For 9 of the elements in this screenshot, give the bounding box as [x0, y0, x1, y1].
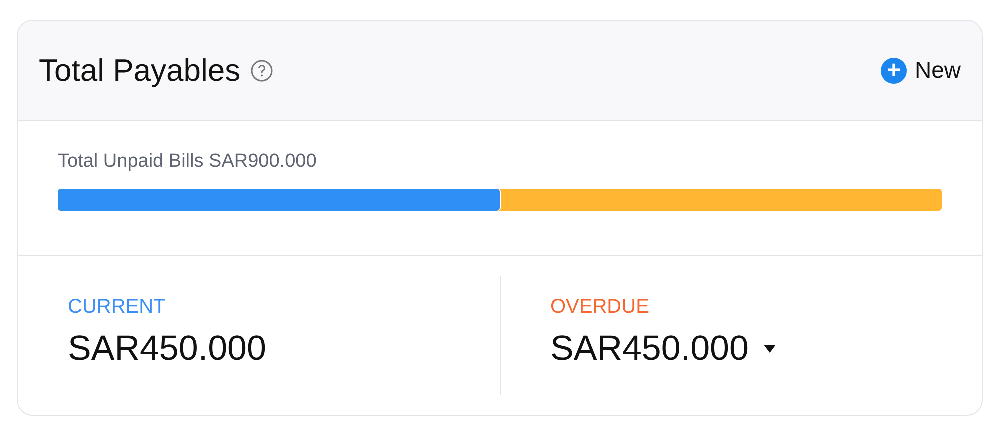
bucket-amount: SAR450.000 — [550, 329, 749, 369]
caret-icon[interactable] — [762, 344, 777, 354]
bucket-amount: SAR450.000 — [68, 329, 266, 369]
bucket-label: CURRENT — [68, 296, 166, 319]
card-title: Total Payables — [39, 52, 241, 88]
help-icon[interactable] — [250, 60, 273, 82]
bucket-label: OVERDUE — [550, 296, 650, 319]
unpaid-bills-total: Total Unpaid Bills SAR900.000 — [58, 151, 318, 173]
new-button[interactable]: + New — [880, 57, 961, 84]
